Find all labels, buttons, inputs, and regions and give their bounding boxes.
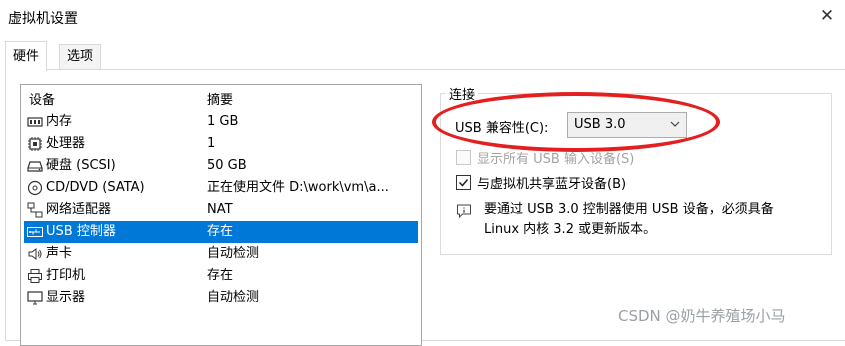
device-summary: 存在 (207, 224, 234, 239)
device-name: 处理器 (46, 136, 86, 151)
usb-compatibility-label: USB 兼容性(C): (455, 121, 549, 136)
device-row-memory[interactable]: 内存 1 GB (24, 111, 418, 133)
device-name: 内存 (46, 114, 73, 129)
usb-compatibility-value: USB 3.0 (574, 117, 626, 132)
device-summary: 50 GB (207, 158, 247, 173)
device-row-hard-disk[interactable]: 硬盘 (SCSI) 50 GB (24, 155, 418, 177)
usb-info-line-2: Linux 内核 3.2 或更新版本。 (484, 222, 657, 237)
device-summary: 自动检测 (207, 290, 260, 305)
device-name: 声卡 (46, 246, 73, 261)
display-icon (27, 291, 43, 305)
device-row-printer[interactable]: 打印机 存在 (24, 265, 418, 287)
memory-icon (27, 117, 43, 127)
device-name: 显示器 (46, 290, 86, 305)
device-name: 硬盘 (SCSI) (46, 158, 116, 173)
device-row-processor[interactable]: 处理器 1 (24, 133, 418, 155)
connection-legend: 连接 (446, 84, 479, 103)
usb-compatibility-select[interactable]: USB 3.0 (567, 112, 687, 138)
printer-icon (28, 269, 42, 283)
chevron-down-icon (670, 121, 680, 127)
window-title: 虚拟机设置 (8, 11, 78, 27)
device-summary: NAT (207, 202, 233, 217)
show-all-usb-label: 显示所有 USB 输入设备(S) (477, 152, 635, 167)
cd-dvd-icon (27, 180, 43, 196)
sound-card-icon (28, 248, 42, 260)
checkmark-icon (458, 179, 469, 187)
device-list[interactable]: 设备 摘要 内存 1 GB 处理器 1 硬盘 (SCSI) 50 GB CD/D… (20, 84, 422, 346)
usb-icon (27, 227, 43, 237)
title-bar: 虚拟机设置 ✕ (0, 0, 845, 34)
processor-icon (28, 137, 42, 151)
device-row-sound-card[interactable]: 声卡 自动检测 (24, 243, 418, 265)
device-summary: 1 GB (207, 114, 239, 129)
show-all-usb-checkbox[interactable] (456, 150, 471, 165)
device-summary: 正在使用文件 D:\work\vm\a... (207, 180, 389, 195)
device-column-header[interactable]: 设备 (29, 89, 55, 108)
network-adapter-icon (27, 202, 43, 218)
share-bluetooth-label: 与虚拟机共享蓝牙设备(B) (477, 177, 627, 192)
device-summary: 自动检测 (207, 246, 260, 261)
usb-info-text: 要通过 USB 3.0 控制器使用 USB 设备，必须具备 Linux 内核 3… (484, 200, 824, 240)
device-row-usb-controller[interactable]: USB 控制器 存在 (24, 221, 418, 243)
device-row-network-adapter[interactable]: 网络适配器 NAT (24, 199, 418, 221)
tab-options[interactable]: 选项 (59, 44, 102, 69)
tab-hardware[interactable]: 硬件 (5, 41, 48, 71)
device-name: CD/DVD (SATA) (46, 180, 145, 195)
close-icon[interactable]: ✕ (815, 4, 839, 28)
hard-disk-icon (27, 161, 43, 172)
usb-info-line-1: 要通过 USB 3.0 控制器使用 USB 设备，必须具备 (484, 202, 774, 217)
device-name: USB 控制器 (46, 224, 116, 239)
device-row-display[interactable]: 显示器 自动检测 (24, 287, 418, 309)
device-name: 网络适配器 (46, 202, 112, 217)
device-summary: 存在 (207, 268, 234, 283)
share-bluetooth-checkbox[interactable] (456, 175, 471, 190)
device-name: 打印机 (46, 268, 86, 283)
device-row-cd-dvd[interactable]: CD/DVD (SATA) 正在使用文件 D:\work\vm\a... (24, 177, 418, 199)
watermark: CSDN @奶牛养殖场小马 (618, 307, 786, 325)
summary-column-header[interactable]: 摘要 (207, 89, 233, 108)
device-summary: 1 (207, 136, 216, 151)
info-icon (457, 204, 471, 219)
